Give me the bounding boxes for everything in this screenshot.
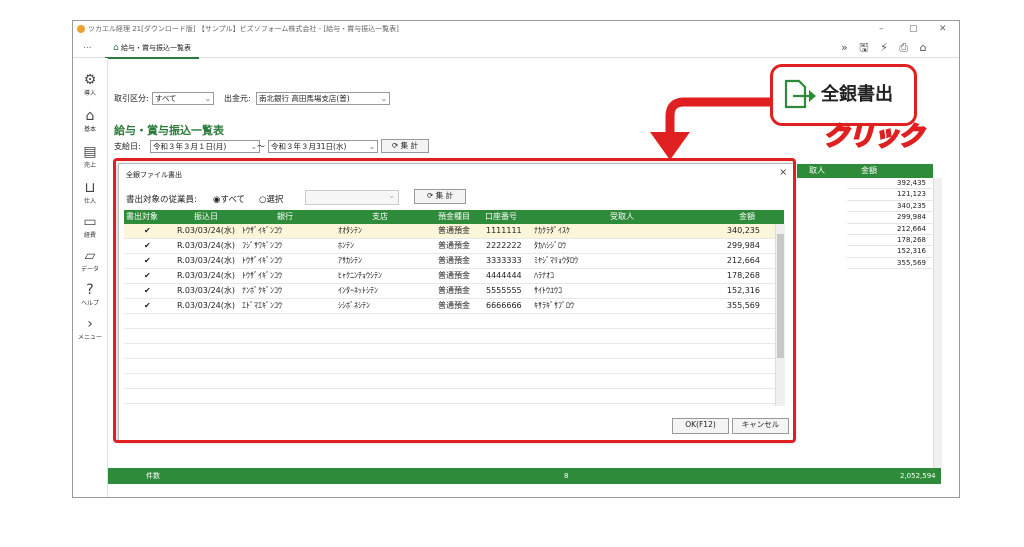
date-from-value: 令和３年３月１日(月) (153, 142, 227, 151)
save-icon[interactable]: 🖫 (859, 41, 872, 54)
bg-scrollbar[interactable] (933, 178, 942, 468)
tab-bar: ... ⌂ 給与・賞与振込一覧表 » 🖫 ⚡ ⎙ ⌂ (73, 37, 959, 59)
date-separator: 〜 (257, 142, 265, 151)
refresh-icon: ⟳ (391, 141, 399, 150)
sidebar-item-expense[interactable]: ▭ 経費 (73, 214, 107, 239)
minimize-button[interactable]: – (879, 21, 884, 37)
print-icon[interactable]: ⎙ (899, 41, 912, 54)
source-value: 南北銀行 高田馬場支店(普) (259, 94, 350, 103)
kubun-value: すべて (155, 94, 177, 103)
date-to-value: 令和３年３月31日(水) (271, 142, 347, 151)
sidebar-item-purchase[interactable]: ⊔ 仕入 (73, 180, 107, 205)
click-annotation: クリック (822, 121, 925, 153)
chevron-right-icon: › (87, 316, 93, 332)
date-to-select[interactable]: 令和３年３月31日(水) ⌄ (268, 140, 378, 153)
home-icon: ⌂ (85, 108, 95, 124)
chevron-down-icon: ⌄ (204, 94, 211, 103)
tab-label: 給与・賞与振込一覧表 (120, 44, 191, 52)
toolbar-icons: » 🖫 ⚡ ⎙ ⌂ (841, 39, 931, 58)
highlight-frame (113, 158, 796, 443)
sidebar-item-sales[interactable]: ▤ 売上 (73, 144, 107, 169)
app-icon (77, 25, 85, 33)
window-title: ツカエル経理 21[ダウンロード版] 【サンプル】ビズソフォーム株式会社 - [… (88, 25, 399, 33)
sidebar-item-help[interactable]: ? ヘルプ (73, 282, 107, 307)
lightning-icon[interactable]: ⚡ (880, 41, 892, 54)
bg-header-amount: 金額 (847, 164, 933, 178)
cart-icon: ⊔ (84, 180, 96, 196)
list-item: 355,569 (847, 258, 933, 270)
list-item: 121,123 (847, 189, 933, 201)
register-icon: ▤ (83, 144, 97, 160)
kubun-select[interactable]: すべて ⌄ (152, 92, 214, 105)
sidebar-item-intro[interactable]: ⚙ 導入 (73, 72, 107, 97)
wallet-icon: ▭ (83, 214, 97, 230)
sidebar: ⚙ 導入 ⌂ 基本 ▤ 売上 ⊔ 仕入 ▭ 経費 ▱ データ ? ヘルプ › メニュー (73, 58, 108, 497)
close-window-button[interactable]: ✕ (939, 21, 947, 37)
list-item: 392,435 (847, 178, 933, 190)
help-icon: ? (86, 282, 94, 298)
list-item: 212,664 (847, 224, 933, 235)
maximize-button[interactable]: ▢ (909, 21, 918, 37)
tab-furikomi-list[interactable]: ⌂ 給与・賞与振込一覧表 (105, 41, 199, 59)
folder-icon: ▱ (84, 248, 96, 264)
home-toolbar-icon[interactable]: ⌂ (920, 41, 931, 54)
chevron-down-icon: ⌄ (368, 142, 375, 151)
date-label: 支給日: (114, 142, 141, 151)
page-title: 給与・賞与振込一覧表 (114, 124, 224, 137)
file-export-icon (784, 79, 816, 109)
list-item: 340,235 (847, 201, 933, 213)
overflow-icon[interactable]: » (841, 41, 852, 54)
list-item: 152,316 (847, 246, 933, 258)
kubun-label: 取引区分: (114, 94, 149, 103)
sidebar-item-basic[interactable]: ⌂ 基本 (73, 108, 107, 133)
home-icon: ⌂ (113, 43, 119, 53)
source-label: 出金元: (224, 94, 251, 103)
chevron-down-icon: ⌄ (380, 94, 387, 103)
list-item: 299,984 (847, 212, 933, 224)
footer-bar: 件数 8 2,052,594 (108, 468, 941, 484)
count-value: 8 (564, 472, 569, 480)
gear-icon: ⚙ (83, 72, 97, 88)
sidebar-item-menu[interactable]: › メニュー (73, 316, 107, 341)
count-label: 件数 (146, 472, 160, 480)
source-select[interactable]: 南北銀行 高田馬場支店(普) ⌄ (256, 92, 390, 105)
more-menu-button[interactable]: ... (83, 41, 92, 51)
date-from-select[interactable]: 令和３年３月１日(月) ⌄ (150, 140, 260, 153)
zengin-export-label: 全銀書出 (821, 84, 893, 105)
annotation-arrow (650, 97, 778, 160)
tally-button[interactable]: ⟳ 集 計 (381, 139, 429, 153)
tally-label: 集 計 (400, 141, 419, 150)
bg-header-payee: 取人 (797, 164, 847, 178)
title-bar: ツカエル経理 21[ダウンロード版] 【サンプル】ビズソフォーム株式会社 - [… (73, 21, 959, 37)
bg-amount-list: 392,435 121,123 340,235 299,984 212,664 178,2… (847, 178, 933, 270)
footer-total: 2,052,594 (900, 472, 936, 480)
list-item: 178,268 (847, 235, 933, 247)
sidebar-item-data[interactable]: ▱ データ (73, 248, 107, 273)
